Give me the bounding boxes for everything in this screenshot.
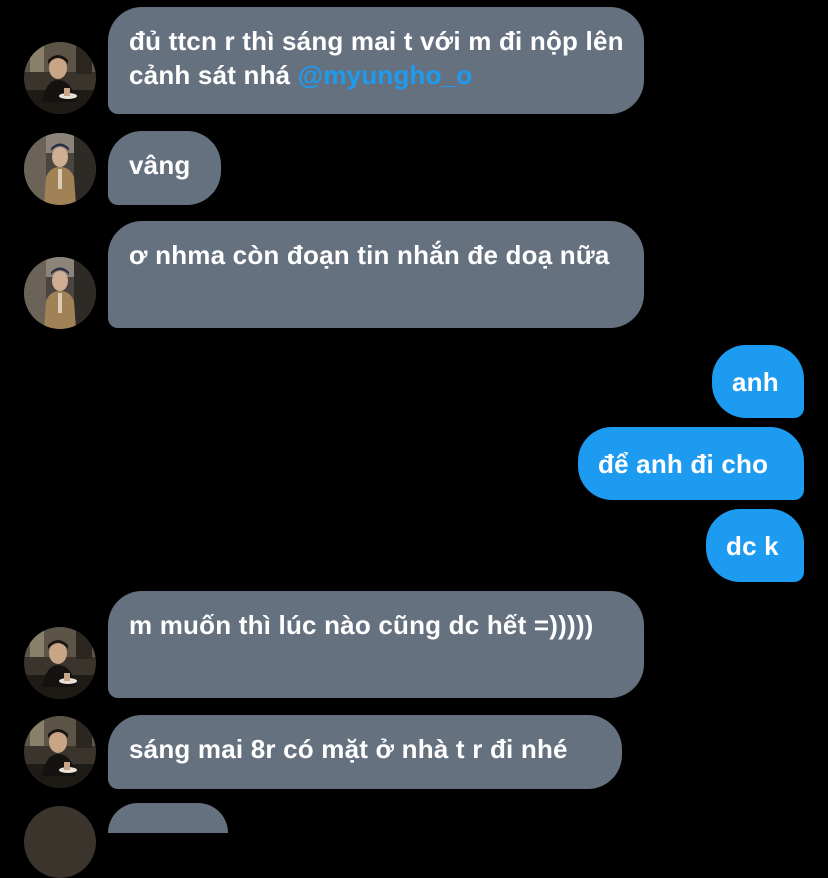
avatar-standing-person[interactable] [24, 133, 96, 205]
avatar-standing-person[interactable] [24, 257, 96, 329]
message-bubble-incoming[interactable]: sáng mai 8r có mặt ở nhà t r đi nhé [108, 715, 622, 789]
chat-conversation: đủ ttcn r thì sáng mai t với m đi nộp lê… [0, 0, 828, 878]
message-bubble-incoming[interactable]: m muốn thì lúc nào cũng dc hết =))))) [108, 591, 644, 698]
message-text: ơ nhma còn đoạn tin nhắn đe doạ nữa [129, 240, 610, 270]
message-bubble-outgoing[interactable]: anh [712, 345, 804, 418]
message-text: anh [732, 367, 779, 397]
message-text: m muốn thì lúc nào cũng dc hết =))))) [129, 610, 594, 640]
message-text: vâng [129, 150, 191, 180]
message-bubble-incoming[interactable]: ơ nhma còn đoạn tin nhắn đe doạ nữa [108, 221, 644, 328]
message-bubble-incoming[interactable]: vâng [108, 131, 221, 205]
message-bubble-incoming[interactable]: đủ ttcn r thì sáng mai t với m đi nộp lê… [108, 7, 644, 114]
avatar-partial[interactable] [24, 806, 96, 878]
message-bubble-outgoing[interactable]: dc k [706, 509, 804, 582]
mention-link[interactable]: @myungho_o [298, 60, 473, 90]
message-text: để anh đi cho [598, 449, 769, 479]
message-text: sáng mai 8r có mặt ở nhà t r đi nhé [129, 734, 568, 764]
avatar-seated-person[interactable] [24, 42, 96, 114]
message-bubble-incoming-partial[interactable] [108, 803, 228, 833]
avatar-seated-person[interactable] [24, 627, 96, 699]
message-text: dc k [726, 531, 779, 561]
message-bubble-outgoing[interactable]: để anh đi cho [578, 427, 804, 500]
avatar-seated-person[interactable] [24, 716, 96, 788]
